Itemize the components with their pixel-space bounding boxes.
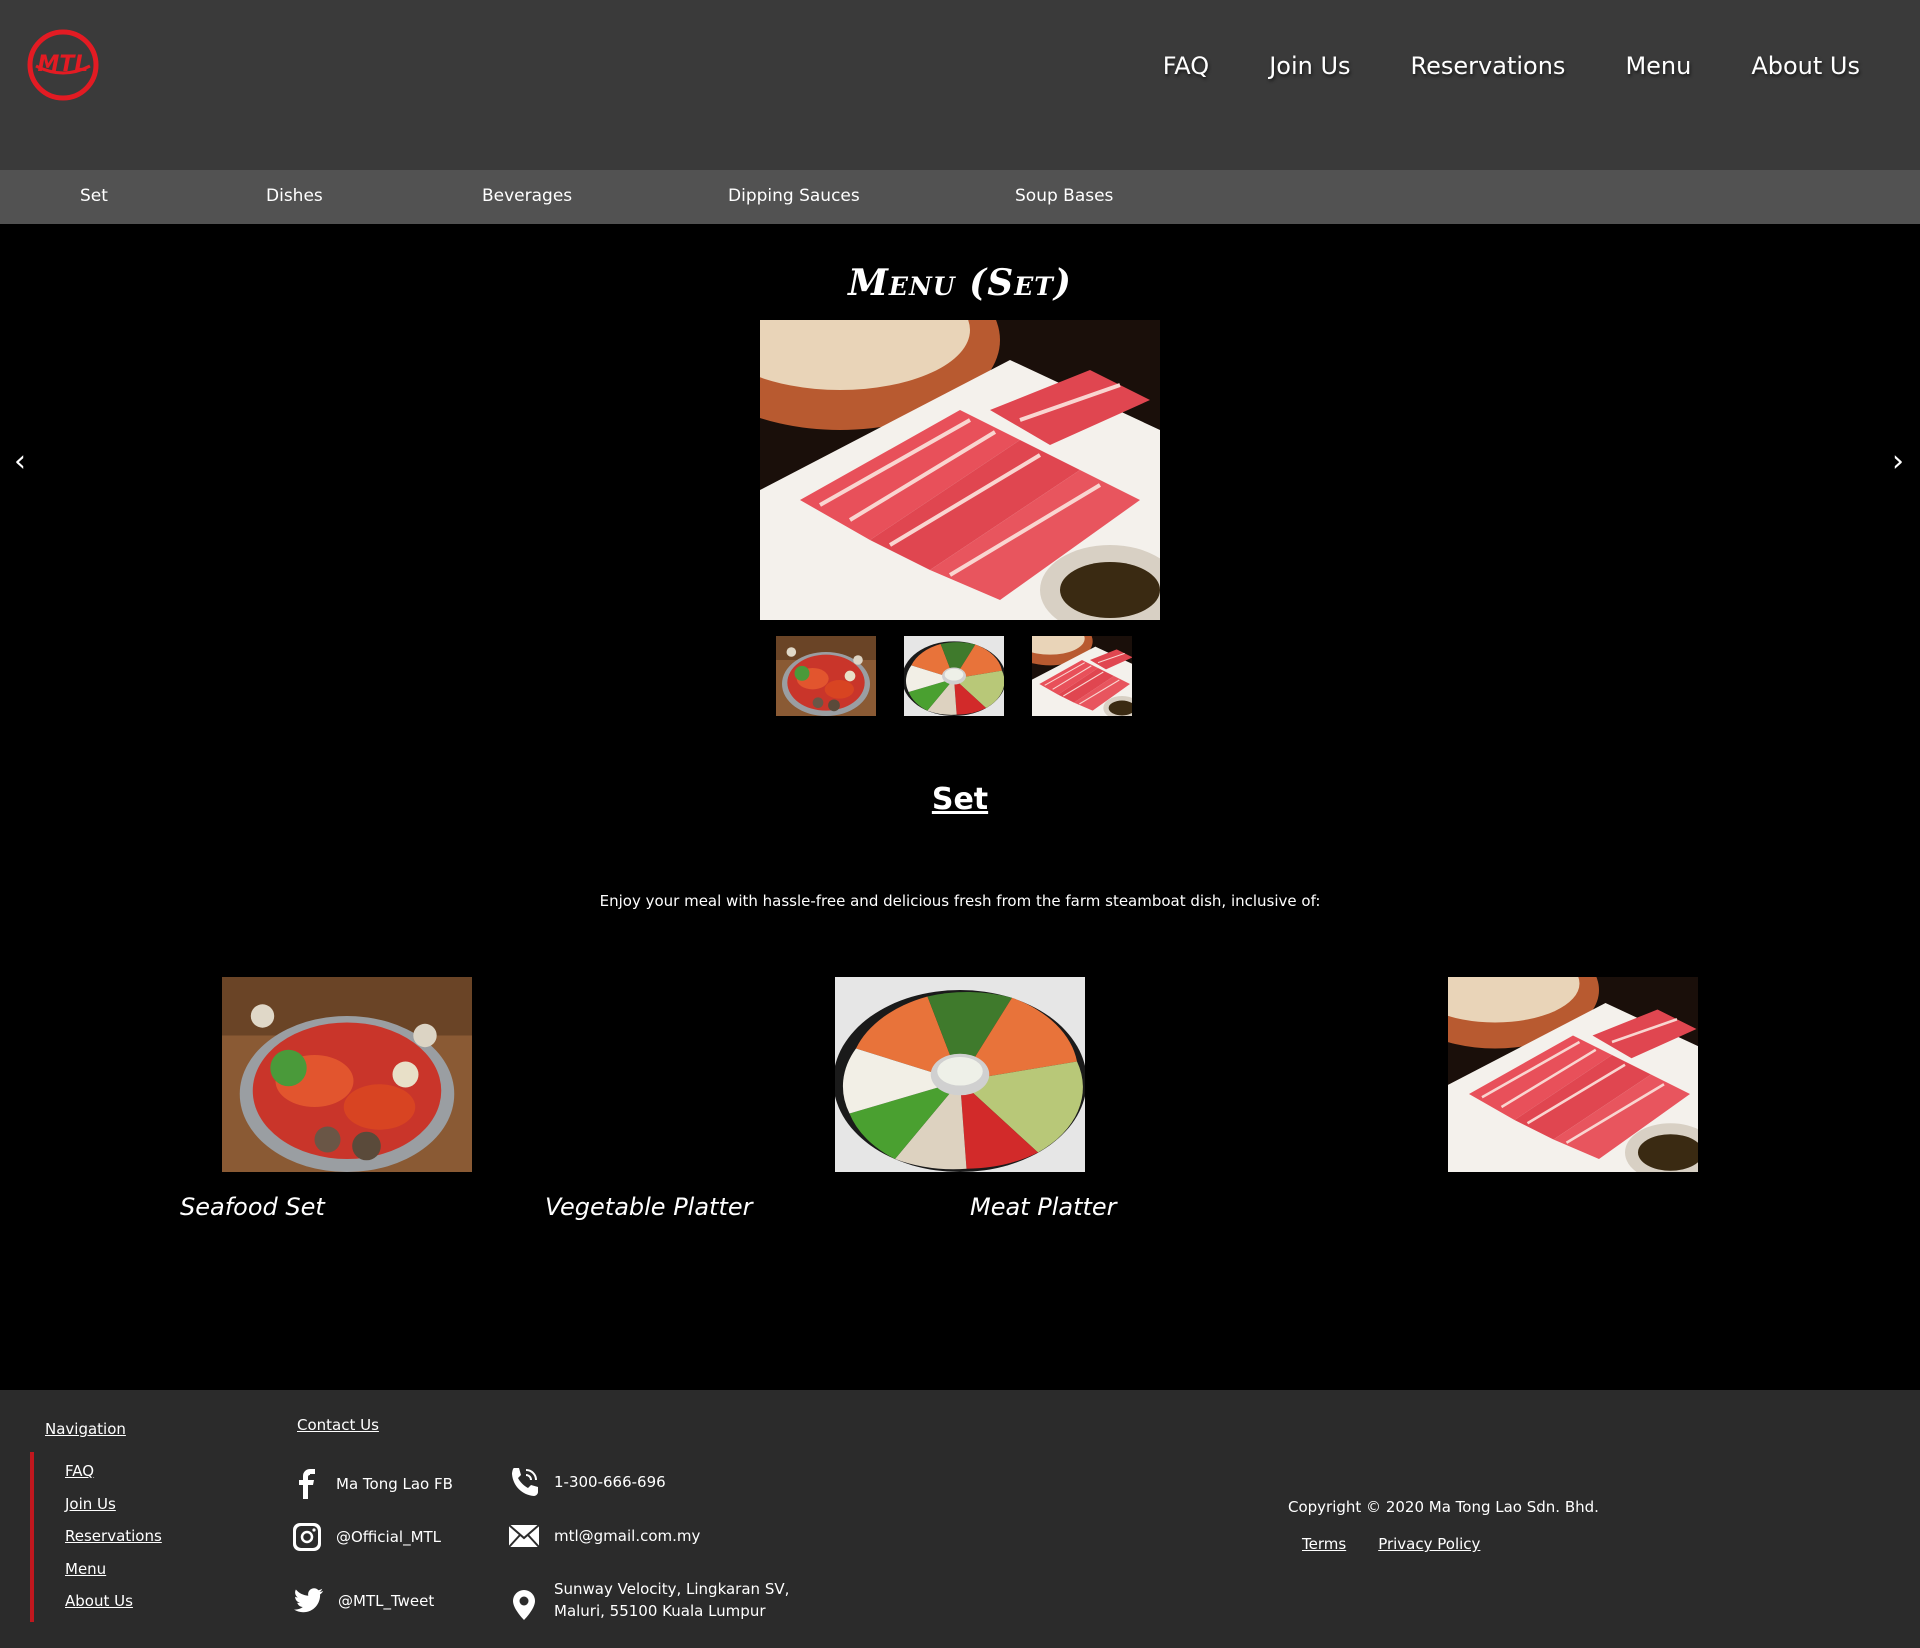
address-line-1: Sunway Velocity, Lingkaran SV,: [554, 1580, 790, 1598]
subnav-soup-bases[interactable]: Soup Bases: [1015, 186, 1113, 206]
section-title: Set: [931, 782, 989, 817]
twitter-icon: [293, 1588, 324, 1613]
copyright-text: Copyright © 2020 Ma Tong Lao Sdn. Bhd.: [1288, 1498, 1599, 1516]
nav-about-us[interactable]: About Us: [1751, 52, 1860, 80]
carousel-thumbnail-meat[interactable]: [1032, 636, 1132, 716]
instagram-link[interactable]: @Official_MTL: [292, 1522, 441, 1552]
email-contact[interactable]: mtl@gmail.com.my: [508, 1523, 700, 1549]
twitter-link[interactable]: @MTL_Tweet: [292, 1587, 434, 1615]
subnav-beverages[interactable]: Beverages: [482, 186, 572, 206]
nav-reservations[interactable]: Reservations: [1411, 52, 1566, 80]
nav-menu[interactable]: Menu: [1625, 52, 1691, 80]
facebook-label: Ma Tong Lao FB: [336, 1475, 453, 1493]
twitter-label: @MTL_Tweet: [338, 1592, 435, 1610]
carousel-next-arrow[interactable]: ›: [1892, 444, 1904, 479]
carousel-thumbnail-seafood[interactable]: [776, 636, 876, 716]
footer-nav-title[interactable]: Navigation: [45, 1420, 126, 1438]
footer-link-reservations[interactable]: Reservations: [65, 1527, 162, 1547]
facebook-link[interactable]: Ma Tong Lao FB: [292, 1468, 453, 1500]
nav-faq[interactable]: FAQ: [1163, 52, 1210, 80]
subnav-set[interactable]: Set: [80, 186, 108, 206]
footer-contact-title[interactable]: Contact Us: [297, 1416, 379, 1434]
seafood-set-image: [222, 977, 472, 1172]
page-title: Menu (Set): [848, 262, 1072, 304]
main-nav: FAQ Join Us Reservations Menu About Us: [1163, 52, 1860, 80]
footer-link-about-us[interactable]: About Us: [65, 1592, 162, 1612]
footer-nav-list: FAQ Join Us Reservations Menu About Us: [65, 1462, 162, 1612]
subnav-dipping-sauces[interactable]: Dipping Sauces: [728, 186, 860, 206]
set-intro-text: Enjoy your meal with hassle-free and del…: [599, 892, 1321, 910]
carousel-main-image: [760, 320, 1160, 620]
terms-link[interactable]: Terms: [1302, 1535, 1346, 1553]
address-line-2: Maluri, 55100 Kuala Lumpur: [554, 1602, 766, 1620]
phone-contact[interactable]: 1-300-666-696: [508, 1466, 666, 1498]
location-pin-icon: [513, 1590, 535, 1620]
footer-link-faq[interactable]: FAQ: [65, 1462, 162, 1482]
meat-platter-label: Meat Platter: [970, 1193, 1117, 1221]
seafood-set-label: Seafood Set: [180, 1193, 325, 1221]
footer-nav-accent-bar: [30, 1452, 34, 1622]
subnav-dishes[interactable]: Dishes: [266, 186, 323, 206]
instagram-icon: [293, 1523, 321, 1551]
carousel-prev-arrow[interactable]: ‹: [14, 444, 26, 479]
svg-text:MTL: MTL: [38, 52, 89, 77]
footer-link-join-us[interactable]: Join Us: [65, 1495, 162, 1515]
footer-link-menu[interactable]: Menu: [65, 1560, 162, 1580]
vegetable-platter-image: [835, 977, 1085, 1172]
email-icon: [508, 1524, 540, 1548]
legal-links: Terms Privacy Policy: [1302, 1535, 1480, 1553]
mtl-logo[interactable]: MTL: [26, 28, 100, 102]
site-footer: Navigation FAQ Join Us Reservations Menu…: [0, 1390, 1920, 1648]
phone-icon: [512, 1468, 538, 1496]
privacy-policy-link[interactable]: Privacy Policy: [1378, 1535, 1480, 1553]
facebook-icon: [299, 1469, 315, 1499]
carousel-thumbnail-vegetable[interactable]: [904, 636, 1004, 716]
nav-join-us[interactable]: Join Us: [1269, 52, 1350, 80]
meat-platter-image: [1448, 977, 1698, 1172]
address-contact: Sunway Velocity, Lingkaran SV, Maluri, 5…: [508, 1578, 789, 1622]
vegetable-platter-label: Vegetable Platter: [545, 1193, 753, 1221]
address-text: Sunway Velocity, Lingkaran SV, Maluri, 5…: [554, 1578, 789, 1622]
email-address: mtl@gmail.com.my: [554, 1527, 701, 1545]
menu-category-nav: Set Dishes Beverages Dipping Sauces Soup…: [0, 170, 1920, 224]
instagram-label: @Official_MTL: [336, 1528, 442, 1546]
phone-number: 1-300-666-696: [554, 1473, 666, 1491]
site-header: MTL FAQ Join Us Reservations Menu About …: [0, 0, 1920, 170]
